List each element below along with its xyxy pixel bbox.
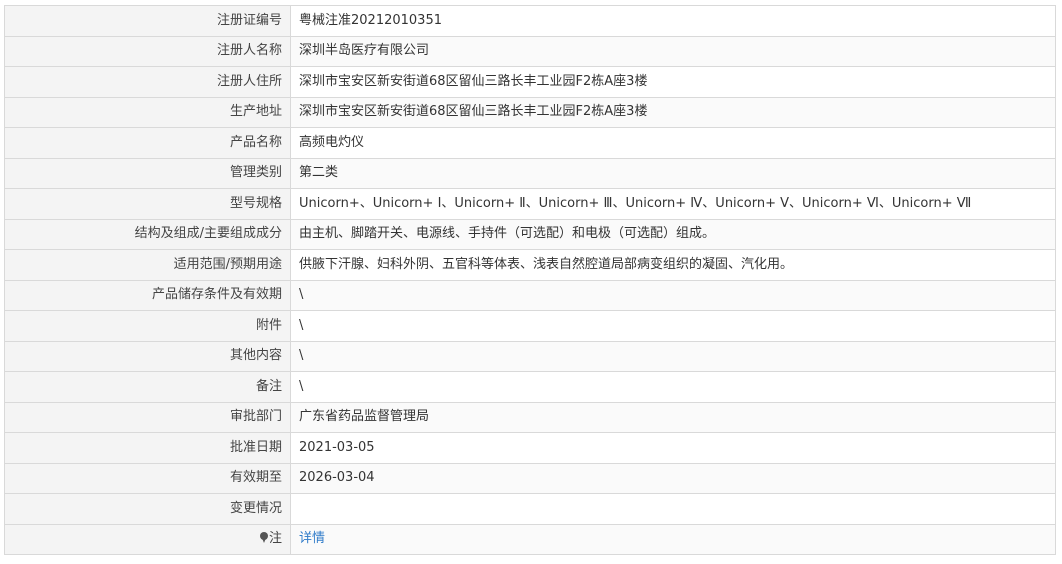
field-label: 注册证编号 xyxy=(4,5,291,37)
field-label: 其他内容 xyxy=(4,340,291,372)
table-row: 有效期至 2026-03-04 xyxy=(4,462,1056,494)
field-value: 2026-03-04 xyxy=(290,462,1056,494)
field-value xyxy=(290,493,1056,525)
table-row: 其他内容 \ xyxy=(4,340,1056,372)
field-value: 第二类 xyxy=(290,157,1056,189)
field-label: 批准日期 xyxy=(4,432,291,464)
field-value: 供腋下汗腺、妇科外阴、五官科等体表、浅表自然腔道局部病变组织的凝固、汽化用。 xyxy=(290,249,1056,281)
field-label: 有效期至 xyxy=(4,462,291,494)
field-value: \ xyxy=(290,310,1056,342)
field-value: Unicorn+、Unicorn+ Ⅰ、Unicorn+ Ⅱ、Unicorn+ … xyxy=(290,188,1056,220)
table-row: 型号规格 Unicorn+、Unicorn+ Ⅰ、Unicorn+ Ⅱ、Unic… xyxy=(4,188,1056,220)
table-row: 批准日期 2021-03-05 xyxy=(4,432,1056,464)
table-row: 产品储存条件及有效期 \ xyxy=(4,279,1056,311)
table-row: 注册人住所 深圳市宝安区新安街道68区留仙三路长丰工业园F2栋A座3楼 xyxy=(4,66,1056,98)
field-value: 高频电灼仪 xyxy=(290,127,1056,159)
field-label: 变更情况 xyxy=(4,493,291,525)
note-row: 注 详情 xyxy=(4,523,1056,555)
table-row: 注册人名称 深圳半岛医疗有限公司 xyxy=(4,35,1056,67)
field-value: \ xyxy=(290,340,1056,372)
pin-icon xyxy=(259,532,268,544)
table-row: 适用范围/预期用途 供腋下汗腺、妇科外阴、五官科等体表、浅表自然腔道局部病变组织… xyxy=(4,249,1056,281)
field-label: 备注 xyxy=(4,371,291,403)
field-value: 深圳市宝安区新安街道68区留仙三路长丰工业园F2栋A座3楼 xyxy=(290,96,1056,128)
field-label: 注册人住所 xyxy=(4,66,291,98)
field-value: \ xyxy=(290,279,1056,311)
table-row: 结构及组成/主要组成成分 由主机、脚踏开关、电源线、手持件（可选配）和电极（可选… xyxy=(4,218,1056,250)
field-value: 深圳半岛医疗有限公司 xyxy=(290,35,1056,67)
table-row: 审批部门 广东省药品监督管理局 xyxy=(4,401,1056,433)
field-label: 管理类别 xyxy=(4,157,291,189)
field-label: 附件 xyxy=(4,310,291,342)
field-value: 广东省药品监督管理局 xyxy=(290,401,1056,433)
table-row: 生产地址 深圳市宝安区新安街道68区留仙三路长丰工业园F2栋A座3楼 xyxy=(4,96,1056,128)
field-label: 型号规格 xyxy=(4,188,291,220)
table-row: 附件 \ xyxy=(4,310,1056,342)
field-value: 深圳市宝安区新安街道68区留仙三路长丰工业园F2栋A座3楼 xyxy=(290,66,1056,98)
registration-detail-table: 注册证编号 粤械注准20212010351 注册人名称 深圳半岛医疗有限公司 注… xyxy=(4,5,1056,555)
table-row: 产品名称 高频电灼仪 xyxy=(4,127,1056,159)
field-label: 生产地址 xyxy=(4,96,291,128)
table-row: 变更情况 xyxy=(4,493,1056,525)
field-label: 产品储存条件及有效期 xyxy=(4,279,291,311)
table-row: 注册证编号 粤械注准20212010351 xyxy=(4,5,1056,37)
field-label: 注册人名称 xyxy=(4,35,291,67)
field-value: 由主机、脚踏开关、电源线、手持件（可选配）和电极（可选配）组成。 xyxy=(290,218,1056,250)
details-link[interactable]: 详情 xyxy=(299,531,325,546)
field-label: 产品名称 xyxy=(4,127,291,159)
note-value-cell: 详情 xyxy=(290,523,1056,555)
note-label-cell: 注 xyxy=(4,523,291,555)
field-label: 审批部门 xyxy=(4,401,291,433)
field-value: 粤械注准20212010351 xyxy=(290,5,1056,37)
table-row: 备注 \ xyxy=(4,371,1056,403)
field-value: \ xyxy=(290,371,1056,403)
field-value: 2021-03-05 xyxy=(290,432,1056,464)
field-label: 适用范围/预期用途 xyxy=(4,249,291,281)
field-label: 结构及组成/主要组成成分 xyxy=(4,218,291,250)
note-label: 注 xyxy=(268,531,282,547)
table-row: 管理类别 第二类 xyxy=(4,157,1056,189)
registration-detail-table-container: 注册证编号 粤械注准20212010351 注册人名称 深圳半岛医疗有限公司 注… xyxy=(4,5,1056,555)
